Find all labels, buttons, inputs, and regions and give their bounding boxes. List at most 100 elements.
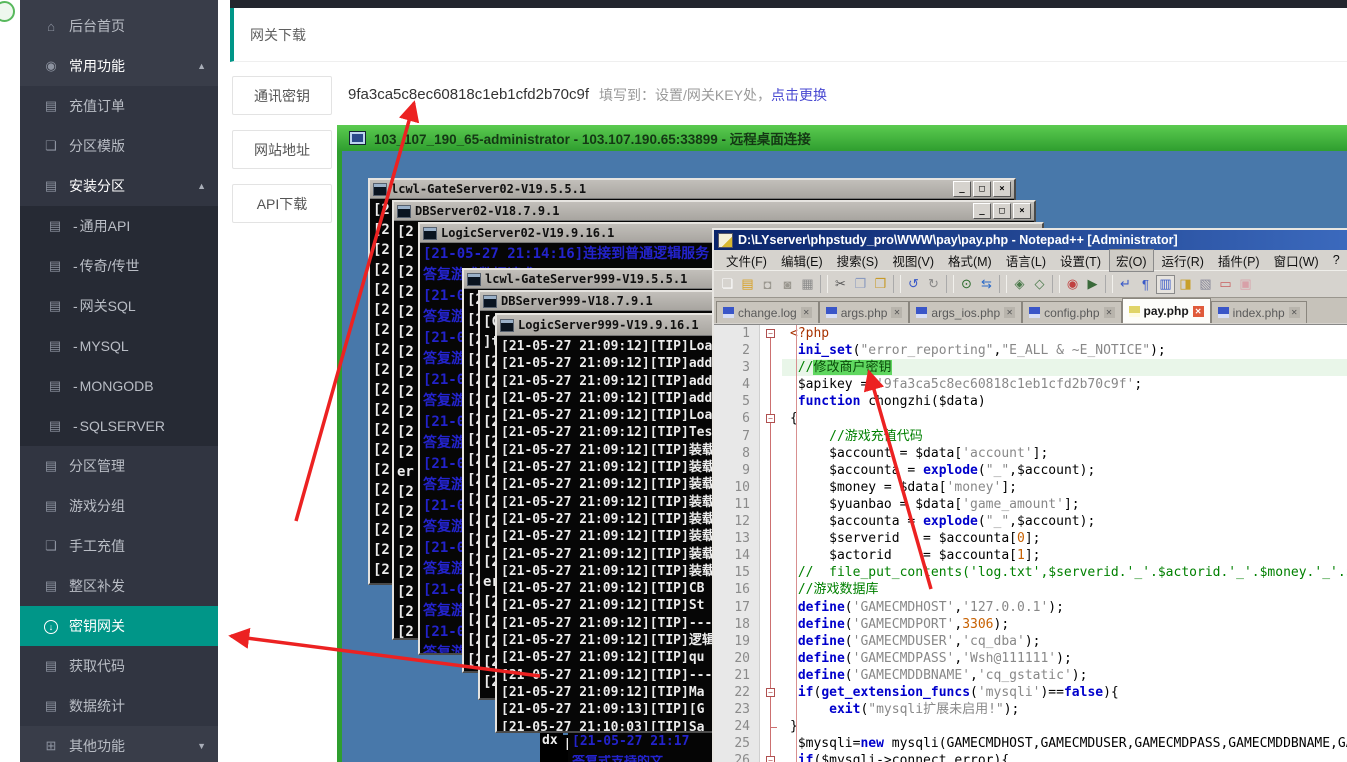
sidebar-item-zone-reissue[interactable]: ▤整区补发 xyxy=(20,566,218,606)
code-line[interactable]: $actorid = $accounta[1]; xyxy=(782,547,1347,564)
close-tab-icon[interactable]: ✕ xyxy=(801,307,812,318)
close-tab-icon[interactable]: ✕ xyxy=(1193,306,1204,317)
show-symbol-icon[interactable]: ¶ xyxy=(1136,275,1155,294)
comm-key-label[interactable]: 通讯密钥 xyxy=(232,76,332,115)
collapse-icon[interactable] xyxy=(0,1,15,22)
code-editor[interactable]: 1234567891011121314151617181920212223242… xyxy=(714,324,1347,762)
search-menu[interactable]: 搜索(S) xyxy=(831,250,885,271)
sidebar-item-install-partition[interactable]: ▤安装分区▲ xyxy=(20,166,218,206)
help-menu[interactable]: ? xyxy=(1327,252,1346,268)
sidebar-item-mongodb[interactable]: ▤- MONGODB xyxy=(20,366,218,406)
code-line[interactable]: function chongzhi($data) xyxy=(782,393,1347,410)
change-key-link[interactable]: 点击更换 xyxy=(771,85,827,105)
tab-change-log[interactable]: change.log✕ xyxy=(716,301,819,323)
edit-menu[interactable]: 编辑(E) xyxy=(775,250,829,271)
sidebar-item-manual-recharge[interactable]: ❏手工充值 xyxy=(20,526,218,566)
code-line[interactable]: $accounta = explode("_",$account); xyxy=(782,513,1347,530)
sidebar-item-get-code[interactable]: ▤获取代码 xyxy=(20,646,218,686)
code-line[interactable]: exit("mysqli扩展未启用!"); xyxy=(782,701,1347,718)
close-button[interactable]: × xyxy=(993,181,1011,197)
format-menu[interactable]: 格式(M) xyxy=(942,250,998,271)
function-list-icon[interactable]: ▧ xyxy=(1196,275,1215,294)
save-icon[interactable]: ◘ xyxy=(758,275,777,294)
settings-menu[interactable]: 设置(T) xyxy=(1054,250,1107,271)
plugins-menu[interactable]: 插件(P) xyxy=(1212,250,1266,271)
code-line[interactable]: if(get_extension_funcs('mysqli')==false)… xyxy=(782,684,1347,701)
minimize-button[interactable]: _ xyxy=(953,181,971,197)
wrap-icon[interactable]: ↵ xyxy=(1116,275,1135,294)
notepad-titlebar[interactable]: D:\LYserver\phpstudy_pro\WWW\pay\pay.php… xyxy=(714,230,1347,250)
code-line[interactable]: $yuanbao = $data['game_amount']; xyxy=(782,496,1347,513)
sidebar-item-game-group[interactable]: ▤游戏分组 xyxy=(20,486,218,526)
replace-icon[interactable]: ⇆ xyxy=(977,275,996,294)
sidebar-item-common-functions[interactable]: ◉常用功能▲ xyxy=(20,46,218,86)
cut-icon[interactable]: ✂ xyxy=(831,275,850,294)
undo-icon[interactable]: ↺ xyxy=(904,275,923,294)
site-address-button[interactable]: 网站地址 xyxy=(232,130,332,169)
code-line[interactable]: define('GAMECMDHOST','127.0.0.1'); xyxy=(782,599,1347,616)
code-line[interactable]: { xyxy=(782,410,1347,427)
sidebar-item-key-gateway[interactable]: ↓密钥网关 xyxy=(20,606,218,646)
macro-menu[interactable]: 宏(O) xyxy=(1109,249,1154,272)
sidebar-item-general-api[interactable]: ▤- 通用API xyxy=(20,206,218,246)
fold-marker[interactable]: − xyxy=(760,684,782,701)
sidebar-item-gateway-sql[interactable]: ▤- 网关SQL xyxy=(20,286,218,326)
window-menu[interactable]: 窗口(W) xyxy=(1268,250,1325,271)
close-button[interactable]: × xyxy=(1013,203,1031,219)
language-menu[interactable]: 语言(L) xyxy=(1000,250,1052,271)
monitor-icon[interactable]: ▭ xyxy=(1216,275,1235,294)
close-tab-icon[interactable]: ✕ xyxy=(1004,307,1015,318)
code-line[interactable]: // file_put_contents('log.txt',$serverid… xyxy=(782,564,1347,581)
maximize-button[interactable]: □ xyxy=(973,181,991,197)
sidebar-item-recharge-orders[interactable]: ▤充值订单 xyxy=(20,86,218,126)
code-line[interactable]: <?php xyxy=(782,325,1347,342)
sidebar-item-legend[interactable]: ▤- 传奇/传世 xyxy=(20,246,218,286)
sidebar-item-other-functions[interactable]: ⊞其他功能▼ xyxy=(20,726,218,762)
tab-pay-php[interactable]: pay.php✕ xyxy=(1122,298,1211,323)
new-file-icon[interactable]: ❏ xyxy=(718,275,737,294)
code-line[interactable]: //修改商户密钥 xyxy=(782,359,1347,376)
paste-icon[interactable]: ❒ xyxy=(871,275,890,294)
tab-args-php[interactable]: args.php✕ xyxy=(819,301,910,323)
code-line[interactable]: $mysqli=new mysqli(GAMECMDHOST,GAMECMDUS… xyxy=(782,735,1347,752)
doc-switcher-icon[interactable]: ◨ xyxy=(1176,275,1195,294)
code-line[interactable]: $money = $data['money']; xyxy=(782,479,1347,496)
tab-args-ios-php[interactable]: args_ios.php✕ xyxy=(909,301,1022,323)
indent-guide-icon[interactable]: ▥ xyxy=(1156,275,1175,294)
open-folder-icon[interactable]: ▤ xyxy=(738,275,757,294)
fold-marker[interactable]: − xyxy=(760,325,782,342)
code-line[interactable]: define('GAMECMDPORT',3306); xyxy=(782,616,1347,633)
run-menu[interactable]: 运行(R) xyxy=(1156,250,1210,271)
code-line[interactable]: define('GAMECMDUSER','cq_dba'); xyxy=(782,633,1347,650)
save-all-icon[interactable]: ◙ xyxy=(778,275,797,294)
view-menu[interactable]: 视图(V) xyxy=(886,250,940,271)
sidebar-item-partition-manage[interactable]: ▤分区管理 xyxy=(20,446,218,486)
fold-marker[interactable]: − xyxy=(760,752,782,762)
code-area[interactable]: <?php ini_set("error_reporting","E_ALL &… xyxy=(782,325,1347,762)
code-line[interactable]: define('GAMECMDDBNAME','cq_gstatic'); xyxy=(782,667,1347,684)
macro-play-icon[interactable]: ▶ xyxy=(1083,275,1102,294)
zoom-in-icon[interactable]: ◈ xyxy=(1010,275,1029,294)
code-line[interactable]: if($mysqli->connect_error){ xyxy=(782,752,1347,762)
close-tab-icon[interactable]: ✕ xyxy=(1104,307,1115,318)
code-line[interactable]: //游戏充值代码 xyxy=(782,428,1347,445)
folder-workspace-icon[interactable]: ▣ xyxy=(1236,275,1255,294)
maximize-button[interactable]: □ xyxy=(993,203,1011,219)
code-line[interactable]: $serverid = $accounta[0]; xyxy=(782,530,1347,547)
sidebar-item-data-stats[interactable]: ▤数据统计 xyxy=(20,686,218,726)
redo-icon[interactable]: ↻ xyxy=(924,275,943,294)
close-tab-icon[interactable]: ✕ xyxy=(1289,307,1300,318)
sidebar-item-mysql[interactable]: ▤- MYSQL xyxy=(20,326,218,366)
code-line[interactable]: $accounta = explode("_",$account); xyxy=(782,462,1347,479)
code-line[interactable]: $apikey = '9fa3ca5c8ec60818c1eb1cfd2b70c… xyxy=(782,376,1347,393)
tab-index-php[interactable]: index.php✕ xyxy=(1211,301,1307,323)
console-titlebar[interactable]: DBServer02-V18.7.9.1 _ □ × xyxy=(394,202,1034,221)
code-line[interactable]: } xyxy=(782,718,1347,735)
find-icon[interactable]: ⊙ xyxy=(957,275,976,294)
print-icon[interactable]: ▦ xyxy=(798,275,817,294)
sidebar-item-sqlserver[interactable]: ▤- SQLSERVER xyxy=(20,406,218,446)
close-tab-icon[interactable]: ✕ xyxy=(891,307,902,318)
sidebar-item-partition-template[interactable]: ❏分区模版 xyxy=(20,126,218,166)
copy-icon[interactable]: ❐ xyxy=(851,275,870,294)
sidebar-item-home[interactable]: ⌂后台首页 xyxy=(20,6,218,46)
